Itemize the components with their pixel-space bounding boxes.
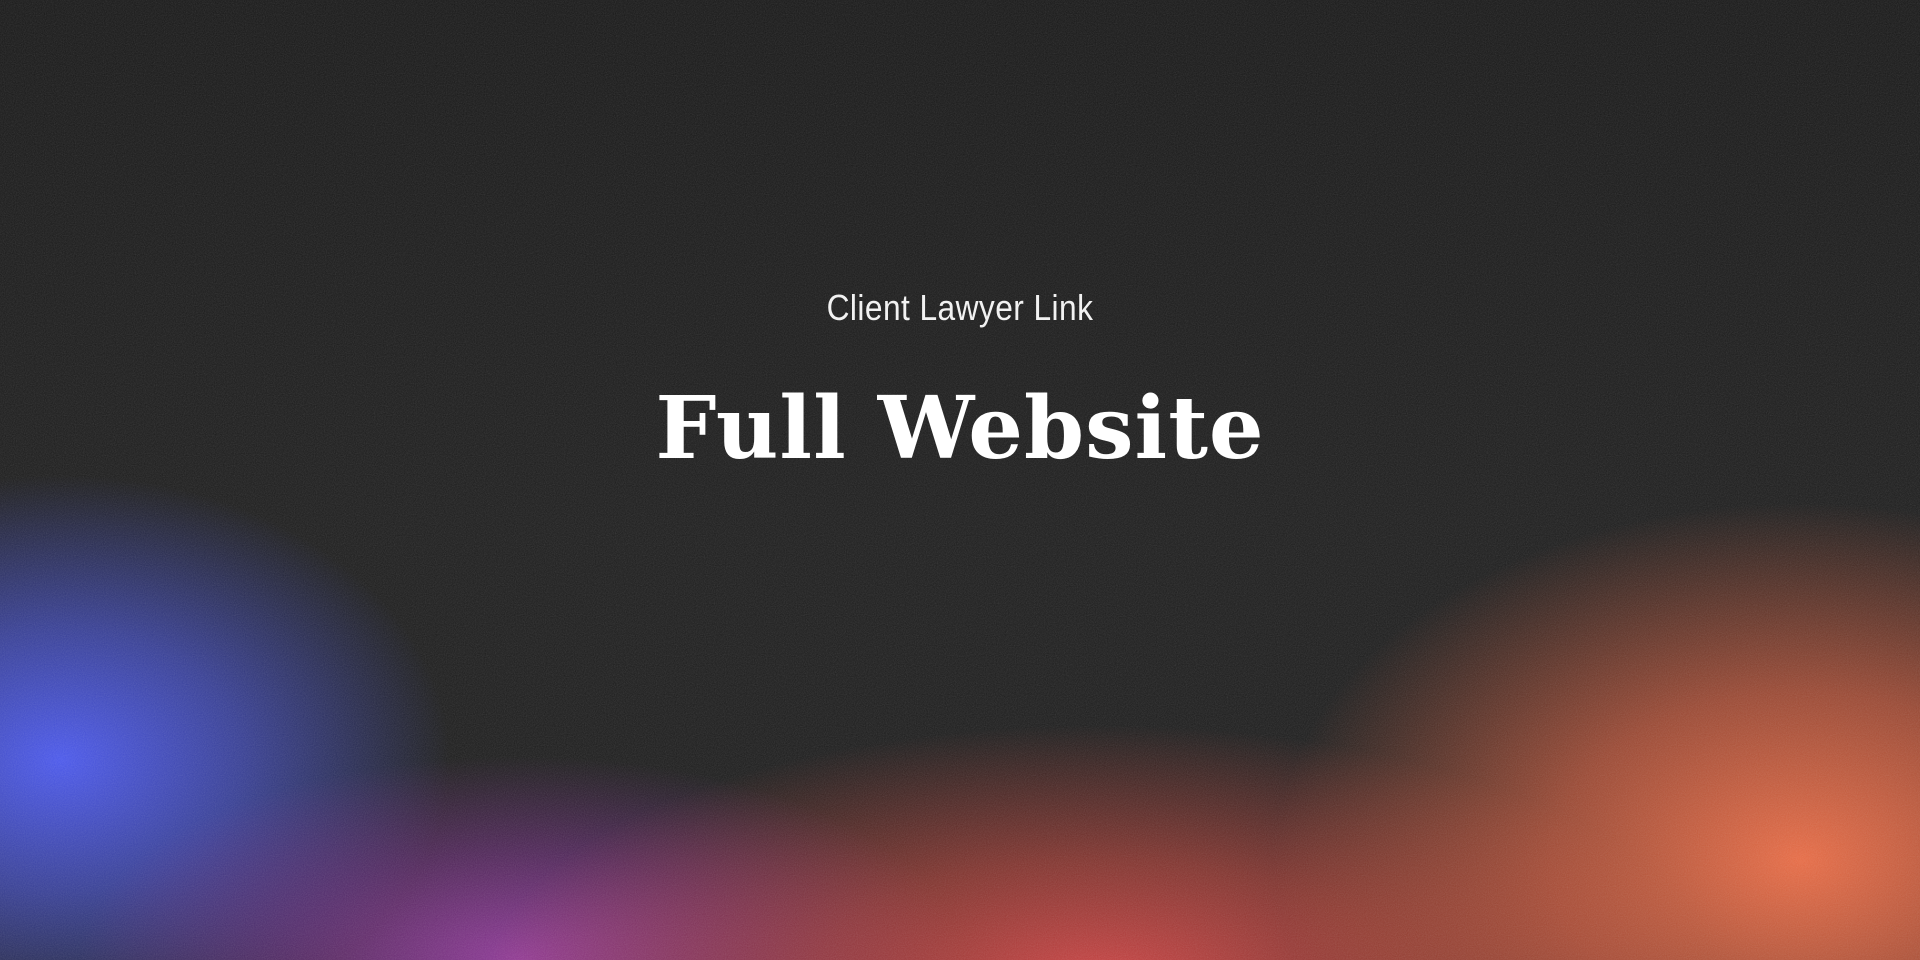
hero-content: Client Lawyer Link Full Website — [0, 0, 1920, 960]
hero-title: Full Website — [655, 378, 1265, 479]
hero-banner: Client Lawyer Link Full Website — [0, 0, 1920, 960]
hero-subtitle: Client Lawyer Link — [826, 287, 1094, 328]
